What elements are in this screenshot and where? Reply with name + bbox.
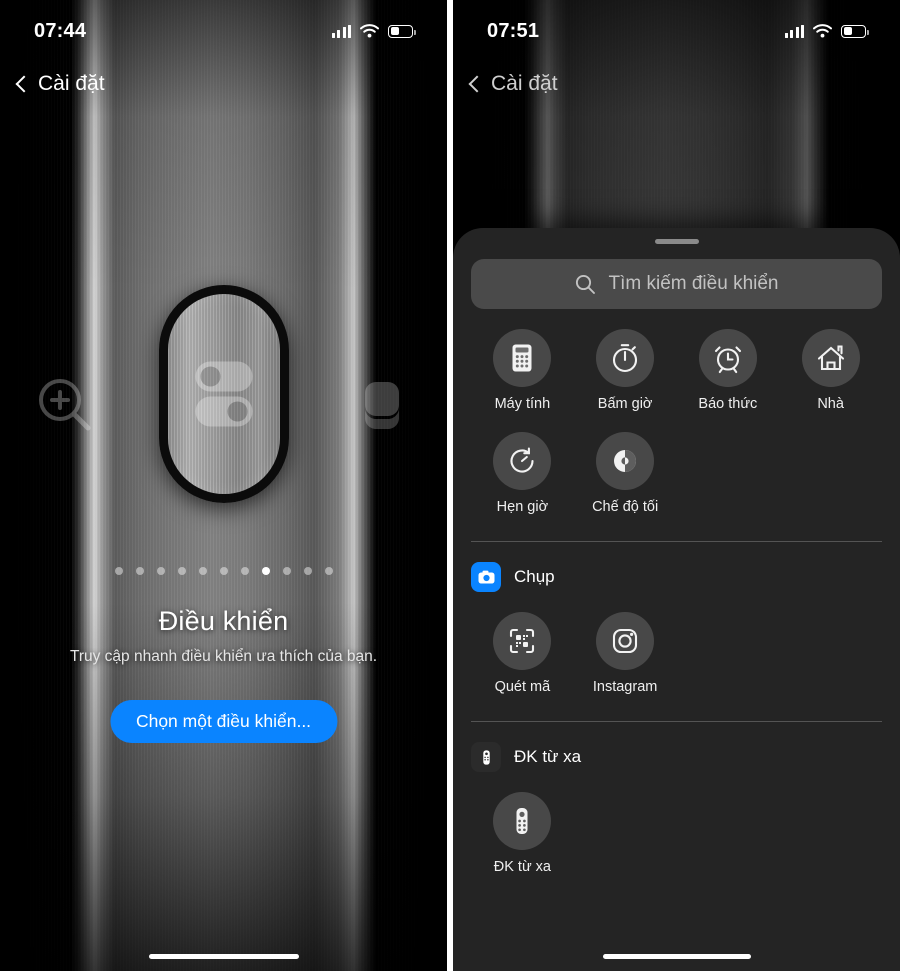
search-input[interactable]: Tìm kiếm điều khiển <box>471 259 882 309</box>
zoom-in-icon <box>34 374 96 441</box>
control-icon-bubble <box>493 329 552 387</box>
home-indicator-left[interactable] <box>148 954 299 959</box>
control-icon-bubble <box>596 432 655 490</box>
timer-icon <box>510 447 534 473</box>
instagram-icon <box>613 628 638 654</box>
page-dot[interactable] <box>198 567 207 575</box>
toggle-glyph-off <box>195 361 252 392</box>
search-icon <box>576 274 596 294</box>
dark-mode-icon <box>614 450 637 472</box>
control-icon-bubble <box>801 329 860 387</box>
page-dot[interactable] <box>114 567 123 575</box>
signal-bars-icon <box>331 24 351 38</box>
battery-low-icon <box>388 24 416 38</box>
control-label: Quét mã <box>494 679 551 695</box>
phone-screen-left: 07:44 Cài đặt Điều khiển Truy cập nhanh … <box>0 0 447 971</box>
control-icon-bubble <box>596 612 655 670</box>
controls-hero: Điều khiển Truy cập nhanh điều khiển ưa … <box>0 0 447 971</box>
control-picker-sheet: Tìm kiếm điều khiển Máy tính Bấm giờ Báo t… <box>453 228 900 971</box>
stopwatch-icon <box>613 344 638 373</box>
status-bar-left: 07:44 <box>0 0 447 62</box>
control-label: Báo thức <box>698 396 758 412</box>
home-indicator-right[interactable] <box>602 954 751 959</box>
page-dot[interactable] <box>240 567 249 575</box>
control-label: Máy tính <box>494 396 551 412</box>
control-item[interactable]: ĐK từ xa <box>471 792 574 875</box>
control-icon-bubble <box>493 612 552 670</box>
control-item[interactable]: Chế độ tối <box>574 432 677 515</box>
page-dot[interactable] <box>303 567 312 575</box>
back-button-left[interactable]: Cài đặt <box>14 72 105 96</box>
control-icon-bubble <box>493 432 552 490</box>
phone-screen-right: 07:51 Cài đặt Tìm kiếm điều khiển Máy tí… <box>453 0 900 971</box>
page-dot[interactable] <box>219 567 228 575</box>
back-label: Cài đặt <box>38 72 105 95</box>
wifi-icon <box>813 24 832 38</box>
camera-app-icon <box>471 562 501 592</box>
back-label: Cài đặt <box>491 72 558 95</box>
alarm-clock-icon <box>714 346 741 374</box>
control-item[interactable]: Bấm giờ <box>574 329 677 412</box>
page-dot[interactable] <box>156 567 165 575</box>
control-icon-bubble <box>698 329 757 387</box>
page-dot[interactable] <box>282 567 291 575</box>
home-icon <box>817 345 844 371</box>
control-item[interactable]: Hẹn giờ <box>471 432 574 515</box>
panel-divider <box>447 0 453 971</box>
choose-control-button[interactable]: Chọn một điều khiển... <box>109 700 338 743</box>
wifi-icon <box>360 24 379 38</box>
page-dots[interactable] <box>0 567 447 575</box>
back-button-right[interactable]: Cài đặt <box>467 72 558 96</box>
control-item[interactable]: Báo thức <box>677 329 780 412</box>
status-time: 07:51 <box>487 19 540 42</box>
section-chup-grid: Quét mã Instagram <box>453 592 900 695</box>
remote-control-icon <box>516 808 528 834</box>
status-bar-right: 07:51 <box>453 0 900 62</box>
control-item[interactable]: Nhà <box>779 329 882 412</box>
controls-grid: Máy tính Bấm giờ Báo thức Nhà Hẹn giờ Chế độ … <box>453 309 900 515</box>
page-subtitle: Truy cập nhanh điều khiển ưa thích của b… <box>69 648 378 665</box>
signal-bars-icon <box>784 24 804 38</box>
section-header-chup: Chụp <box>453 542 900 592</box>
section-name: Chụp <box>514 567 555 586</box>
page-dot[interactable] <box>324 567 333 575</box>
battery-low-icon <box>841 24 869 38</box>
control-item[interactable]: Instagram <box>574 612 677 695</box>
section-name: ĐK từ xa <box>514 747 582 766</box>
status-indicators <box>784 24 869 38</box>
control-label: Hẹn giờ <box>496 499 549 515</box>
page-title: Điều khiển <box>158 606 289 636</box>
control-item[interactable]: Quét mã <box>471 612 574 695</box>
control-label: Nhà <box>817 396 844 412</box>
page-dot[interactable] <box>177 567 186 575</box>
layers-icon <box>351 374 413 441</box>
page-dot[interactable] <box>135 567 144 575</box>
screenshot-stage: 07:44 Cài đặt Điều khiển Truy cập nhanh … <box>0 0 900 971</box>
chevron-left-icon <box>468 75 486 93</box>
control-label: ĐK từ xa <box>493 859 551 875</box>
toggle-switch-icon <box>158 285 289 503</box>
control-label: Chế độ tối <box>592 499 659 515</box>
drag-handle[interactable] <box>654 239 699 244</box>
status-time: 07:44 <box>34 19 87 42</box>
control-label: Bấm giờ <box>597 396 653 412</box>
toggle-glyph-on <box>195 396 252 427</box>
calculator-icon <box>512 344 532 372</box>
section-header-remote: ĐK từ xa <box>453 722 900 772</box>
status-indicators <box>331 24 416 38</box>
section-remote-grid: ĐK từ xa <box>453 772 900 875</box>
capsule-toggle-glyphs <box>195 361 252 427</box>
chevron-left-icon <box>15 75 33 93</box>
control-item[interactable]: Máy tính <box>471 329 574 412</box>
qr-scan-icon <box>510 628 535 654</box>
page-dot[interactable] <box>261 567 270 575</box>
remote-app-icon <box>471 742 501 772</box>
control-icon-bubble <box>596 329 655 387</box>
search-placeholder: Tìm kiếm điều khiển <box>608 273 779 294</box>
control-label: Instagram <box>592 679 658 695</box>
control-icon-bubble <box>493 792 552 850</box>
